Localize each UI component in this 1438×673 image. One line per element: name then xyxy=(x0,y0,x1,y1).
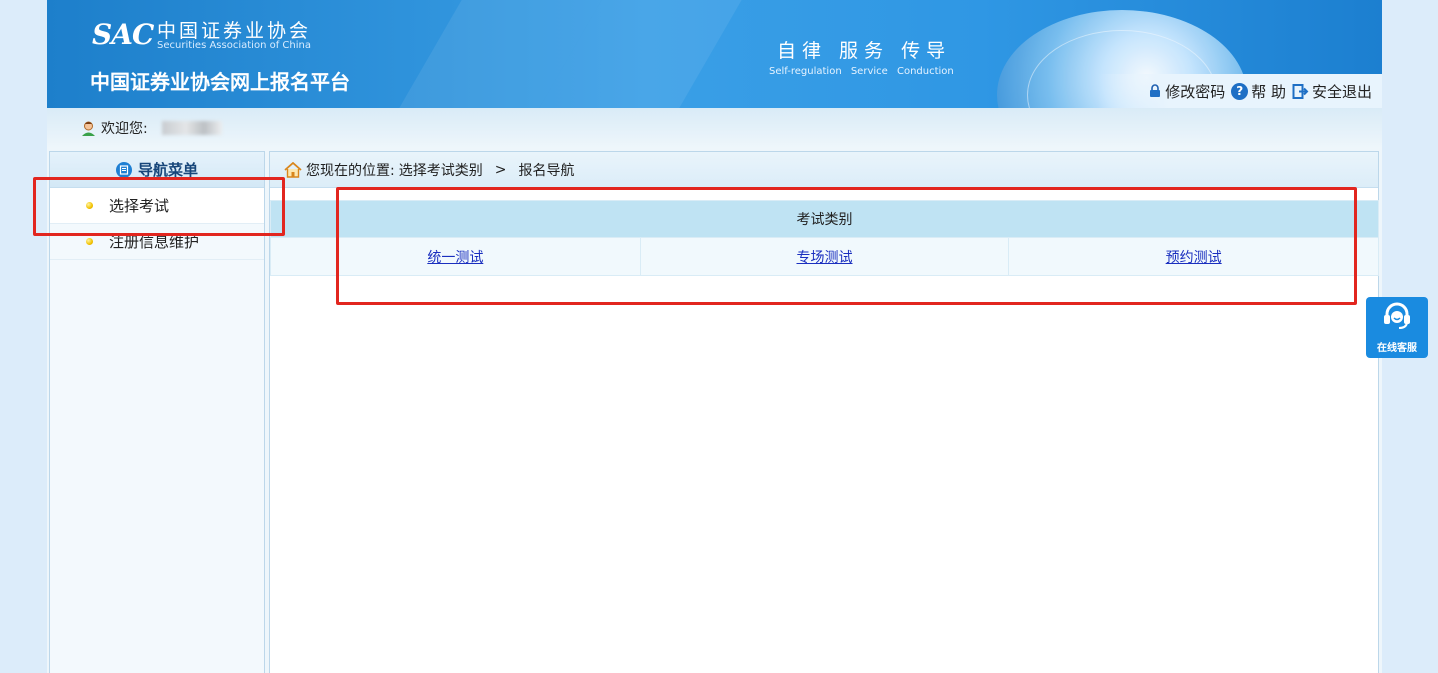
exam-category-table: 考试类别 统一测试 专场测试 预约测试 xyxy=(270,200,1379,276)
online-service-button[interactable]: 在线客服 xyxy=(1366,297,1428,358)
site-header: SAC 中国证券业协会 Securities Association of Ch… xyxy=(47,0,1382,108)
sidebar: 导航菜单 选择考试 注册信息维护 xyxy=(49,151,265,673)
table-cell: 专场测试 xyxy=(639,237,1010,276)
logo-chinese-name: 中国证券业协会 xyxy=(157,20,312,42)
home-icon xyxy=(284,161,302,178)
unified-test-link[interactable]: 统一测试 xyxy=(427,250,483,266)
sidebar-item-registration-info[interactable]: 注册信息维护 xyxy=(50,224,264,260)
username-redacted xyxy=(161,121,222,135)
sac-logo: SAC xyxy=(92,18,154,51)
help-icon: ? xyxy=(1231,82,1249,100)
change-password-label: 修改密码 xyxy=(1165,82,1226,101)
header-toolbar: 修改密码 ? 帮 助 安全退出 xyxy=(1098,74,1382,108)
breadcrumb: 您现在的位置: 选择考试类别 > 报名导航 xyxy=(270,152,1378,188)
welcome-label: 欢迎您: xyxy=(101,121,148,137)
page-container: SAC 中国证券业协会 Securities Association of Ch… xyxy=(47,0,1382,673)
motto-chinese: 自律 服务 传导 xyxy=(777,40,952,62)
help-link[interactable]: ? 帮 助 xyxy=(1231,81,1286,102)
lock-icon xyxy=(1148,84,1162,98)
welcome-bar: 欢迎您: xyxy=(47,108,1382,148)
breadcrumb-item-current: 报名导航 xyxy=(518,162,575,179)
logo-english-name: Securities Association of China xyxy=(157,40,311,51)
sidebar-header: 导航菜单 xyxy=(50,152,264,188)
special-test-link[interactable]: 专场测试 xyxy=(796,250,852,266)
breadcrumb-prefix: 您现在的位置: xyxy=(306,162,395,179)
table-header-row: 考试类别 xyxy=(270,200,1379,238)
breadcrumb-item: 选择考试类别 xyxy=(398,162,483,179)
bullet-icon xyxy=(86,238,93,245)
menu-icon xyxy=(115,161,132,178)
user-icon xyxy=(80,120,97,137)
online-service-label: 在线客服 xyxy=(1377,343,1417,354)
table-cell: 统一测试 xyxy=(270,237,641,276)
appointment-test-link[interactable]: 预约测试 xyxy=(1166,250,1222,266)
table-row: 统一测试 专场测试 预约测试 xyxy=(270,237,1379,276)
site-title: 中国证券业协会网上报名平台 xyxy=(90,70,350,94)
sidebar-title: 导航菜单 xyxy=(137,161,198,179)
headset-icon xyxy=(1380,301,1414,335)
sidebar-item-select-exam[interactable]: 选择考试 xyxy=(50,188,264,224)
change-password-link[interactable]: 修改密码 xyxy=(1148,81,1225,102)
sidebar-item-label: 注册信息维护 xyxy=(109,233,200,251)
main-content: 您现在的位置: 选择考试类别 > 报名导航 考试类别 统一测试 专场测试 预约测… xyxy=(269,151,1379,673)
motto-english: Self-regulation Service Conduction xyxy=(769,66,954,77)
breadcrumb-separator: > xyxy=(494,161,507,178)
table-header-exam-category: 考试类别 xyxy=(270,200,1379,238)
logout-label: 安全退出 xyxy=(1311,82,1372,101)
help-label: 帮 助 xyxy=(1251,82,1286,101)
table-cell: 预约测试 xyxy=(1008,237,1379,276)
logout-icon xyxy=(1292,83,1309,100)
logout-link[interactable]: 安全退出 xyxy=(1292,81,1372,102)
bullet-icon xyxy=(86,202,93,209)
sidebar-item-label: 选择考试 xyxy=(109,197,170,215)
